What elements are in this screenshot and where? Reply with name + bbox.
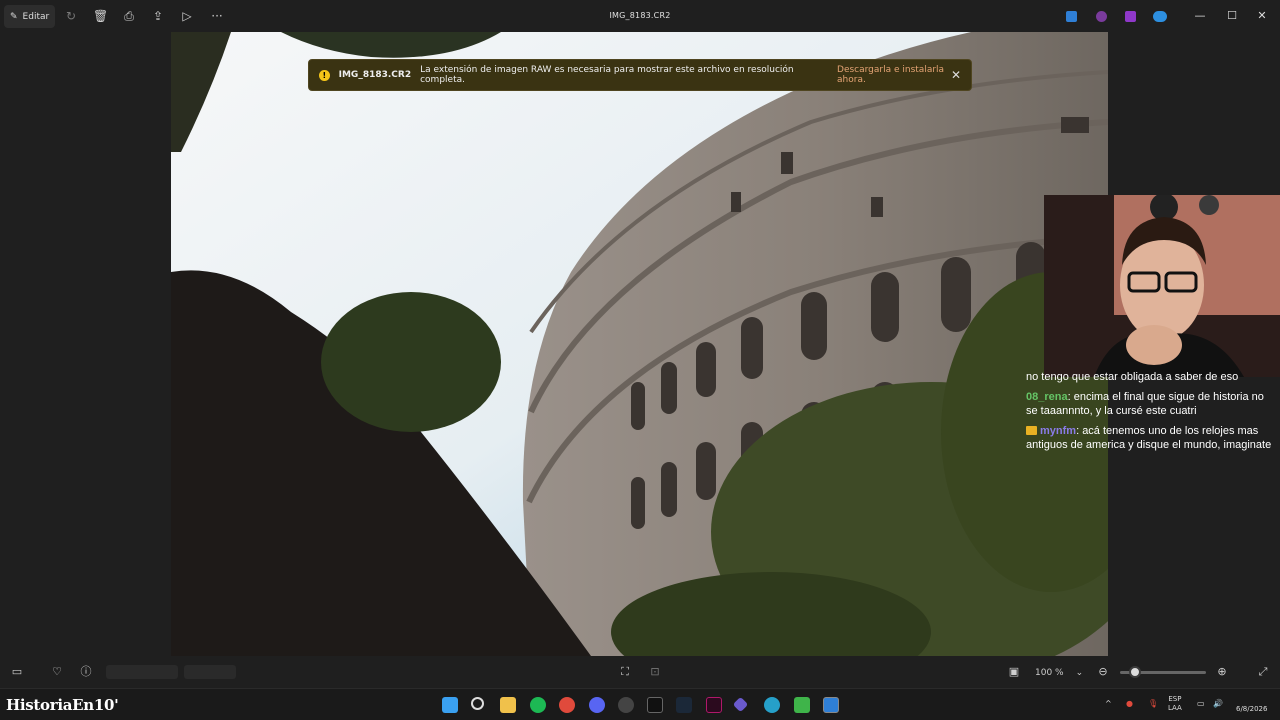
stream-brand-logo: HistoriaEn10' <box>6 696 119 714</box>
tray-app-icon[interactable]: ● <box>1126 699 1133 708</box>
fit-to-window-icon[interactable]: ⛶ <box>618 665 632 679</box>
steam-icon[interactable] <box>676 697 692 713</box>
windows-taskbar: HistoriaEn10' ^ ● 🎙 ESP LAA ▭ 🔊 6/8/2026 <box>0 688 1280 720</box>
window-title: IMG_8183.CR2 <box>609 11 671 20</box>
chevron-up-icon[interactable]: ^ <box>1105 699 1112 708</box>
epic-games-icon[interactable] <box>647 697 663 713</box>
chat-overlay: no tengo que estar obligada a saber de e… <box>1020 370 1280 458</box>
banner-close-icon[interactable]: ✕ <box>951 68 961 82</box>
colosseum-photo <box>171 32 1108 656</box>
banner-message: La extensión de imagen RAW es necesaria … <box>420 65 794 85</box>
chat-text: no tengo que estar obligada a saber de e… <box>1026 371 1239 383</box>
chat-message: 08_rena: encima el final que sigue de hi… <box>1020 390 1280 424</box>
date-display[interactable]: 6/8/2026 <box>1236 705 1267 713</box>
discord-icon[interactable] <box>589 697 605 713</box>
chat-message: mynfm: acá tenemos uno de los relojes ma… <box>1020 424 1280 458</box>
file-explorer-icon[interactable] <box>500 697 516 713</box>
webcam-overlay <box>1044 195 1280 377</box>
close-window-button[interactable]: ✕ <box>1255 9 1269 23</box>
photos-app-window: ✎ Editar ↻ 🗑 ⎙ ⇪ ▷ ··· IMG_8183.CR2 — ☐ … <box>0 0 1280 720</box>
photos-icon[interactable] <box>823 697 839 713</box>
ext-icon-2[interactable] <box>1096 11 1107 22</box>
zoom-preset-icon[interactable]: ▣ <box>1007 665 1021 679</box>
bottom-toolbar: ▭ ♡ ⓘ ⛶ ⊡ ▣ 100 % ⌄ ⊖ ⊕ ⤢ <box>0 656 1280 688</box>
raw-extension-banner: ! IMG_8183.CR2 La extensión de imagen RA… <box>308 59 972 91</box>
zoom-in-icon[interactable]: ⊕ <box>1215 665 1229 679</box>
webcam-image <box>1044 195 1280 377</box>
minimize-button[interactable]: — <box>1193 9 1207 23</box>
filmstrip-icon[interactable]: ▭ <box>10 665 24 679</box>
maximize-button[interactable]: ☐ <box>1225 9 1239 23</box>
spotify-icon[interactable] <box>530 697 546 713</box>
photos-ext-icon[interactable] <box>1066 11 1077 22</box>
chat-username: 08_rena <box>1026 391 1068 403</box>
zoom-value: 100 % <box>1035 667 1064 678</box>
clipchamp-icon[interactable] <box>1125 11 1136 22</box>
obs-icon[interactable] <box>618 697 634 713</box>
network-icon[interactable]: ▭ <box>1197 699 1205 708</box>
chrome-icon[interactable] <box>559 697 575 713</box>
crown-badge-icon <box>1026 426 1037 435</box>
filmstrip-thumbnail[interactable] <box>184 665 236 679</box>
minecraft-icon[interactable] <box>794 697 810 713</box>
start-icon[interactable] <box>442 697 458 713</box>
volume-icon[interactable]: 🔊 <box>1213 699 1223 708</box>
photo-image <box>171 32 1108 656</box>
chat-username: mynfm <box>1040 425 1077 437</box>
actual-size-icon[interactable]: ⊡ <box>648 665 662 679</box>
app-icon-2[interactable] <box>732 696 749 713</box>
filmstrip-thumbnail[interactable] <box>106 665 178 679</box>
keyboard-layout: LAA <box>1168 704 1182 712</box>
zoom-dropdown[interactable]: 100 % ⌄ <box>1029 664 1087 681</box>
chat-message: no tengo que estar obligada a saber de e… <box>1020 370 1280 390</box>
chevron-down-icon: ⌄ <box>1075 667 1084 678</box>
info-icon[interactable]: ⓘ <box>79 665 93 679</box>
search-icon[interactable] <box>471 697 484 710</box>
onedrive-icon[interactable] <box>1153 11 1167 22</box>
banner-file-name: IMG_8183.CR2 <box>338 70 412 80</box>
language-code: ESP <box>1168 695 1182 703</box>
app-icon[interactable] <box>706 697 722 713</box>
language-indicator[interactable]: ESP LAA <box>1168 695 1182 713</box>
warning-icon: ! <box>319 69 330 81</box>
microphone-icon[interactable]: 🎙 <box>1148 699 1158 708</box>
favorite-icon[interactable]: ♡ <box>50 665 64 679</box>
zoom-out-icon[interactable]: ⊖ <box>1096 665 1110 679</box>
zoom-slider-handle[interactable] <box>1129 666 1141 678</box>
title-bar: ✎ Editar ↻ 🗑 ⎙ ⇪ ▷ ··· IMG_8183.CR2 — ☐ … <box>0 0 1280 32</box>
browser-icon[interactable] <box>764 697 780 713</box>
fullscreen-icon[interactable]: ⤢ <box>1256 665 1270 679</box>
